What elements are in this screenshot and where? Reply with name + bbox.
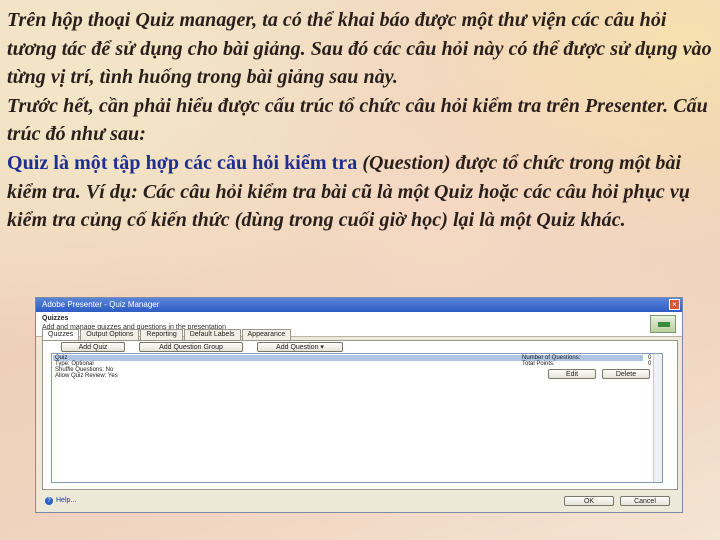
slide-body-text: Trên hộp thoại Quiz manager, ta có thể k… xyxy=(7,6,713,235)
quizzes-panel: Add Quiz Add Question Group Add Question… xyxy=(42,340,678,490)
chevron-down-icon: ▾ xyxy=(320,344,324,351)
header-title: Quizzes xyxy=(42,315,69,322)
tab-reporting[interactable]: Reporting xyxy=(140,329,183,340)
paragraph-intro: Trên hộp thoại Quiz manager, ta có thể k… xyxy=(7,9,712,89)
add-quiz-button[interactable]: Add Quiz xyxy=(61,342,125,352)
list-item: Allow Quiz Review: Yes xyxy=(55,373,118,379)
edit-button[interactable]: Edit xyxy=(548,369,596,379)
ok-button[interactable]: OK xyxy=(564,496,614,506)
help-icon[interactable]: ? xyxy=(45,497,53,505)
cancel-button[interactable]: Cancel xyxy=(620,496,670,506)
list-scrollbar[interactable] xyxy=(653,354,662,482)
tab-quizzes[interactable]: Quizzes xyxy=(42,329,80,340)
tab-bar: Quizzes Output Options Reporting Default… xyxy=(42,329,292,340)
highlight-quiz-definition: Quiz là một tập hợp các câu hỏi kiểm tra xyxy=(7,151,358,174)
help-link[interactable]: Help... xyxy=(56,497,76,504)
tab-output-options[interactable]: Output Options xyxy=(80,329,140,340)
add-question-group-button[interactable]: Add Question Group xyxy=(139,342,243,352)
dialog-title: Adobe Presenter - Quiz Manager xyxy=(42,300,160,309)
total-points-label: Total Points: xyxy=(522,361,555,367)
add-question-label: Add Question xyxy=(276,344,319,351)
add-question-button[interactable]: Add Question ▾ xyxy=(257,342,343,352)
total-points-value: 0 xyxy=(648,361,652,367)
delete-button[interactable]: Delete xyxy=(602,369,650,379)
tab-default-labels[interactable]: Default Labels xyxy=(183,329,241,340)
quiz-manager-icon xyxy=(650,315,676,333)
paragraph-structure: Trước hết, cần phải hiểu được cấu trúc t… xyxy=(7,94,708,146)
quiz-manager-screenshot: Adobe Presenter - Quiz Manager × Quizzes… xyxy=(35,297,683,513)
dialog-titlebar: Adobe Presenter - Quiz Manager × xyxy=(36,298,682,312)
paragraph-quiz-definition: Quiz là một tập hợp các câu hỏi kiểm tra… xyxy=(7,149,713,235)
quiz-list[interactable]: Quiz Type: Optional Shuffle Questions: N… xyxy=(51,353,663,483)
close-icon[interactable]: × xyxy=(669,299,680,310)
tab-appearance[interactable]: Appearance xyxy=(241,329,292,340)
